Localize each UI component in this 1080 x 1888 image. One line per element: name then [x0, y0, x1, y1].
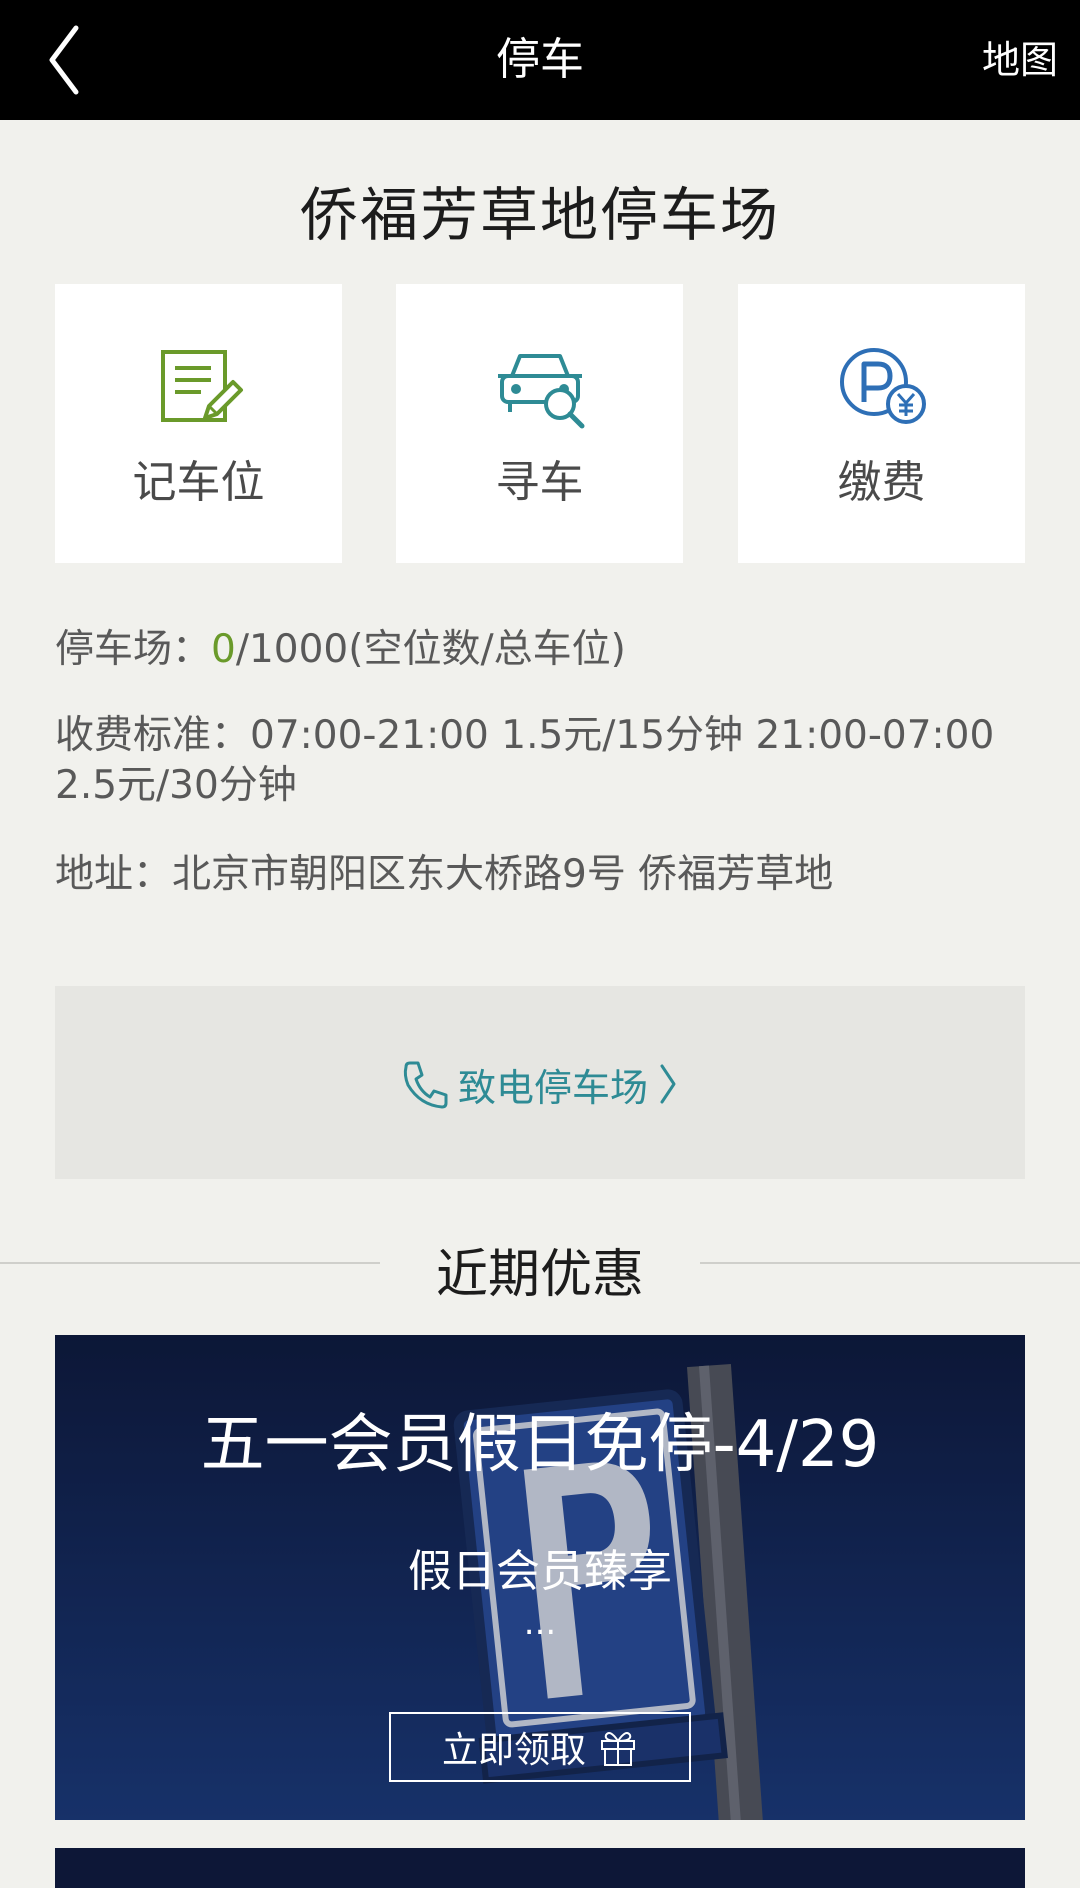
phone-icon [403, 1061, 448, 1109]
note-edit-icon [160, 350, 243, 422]
address-info: 地址：北京市朝阳区东大桥路9号 侨福芳草地 [55, 850, 1040, 900]
parking-lot-name: 侨福芳草地停车场 [299, 181, 780, 249]
fee-label: 收费标准： [55, 713, 251, 758]
capacity-label: 停车场： [55, 627, 212, 672]
pay-fee-card[interactable]: 缴费 [738, 284, 1025, 563]
fee-info: 收费标准：07:00-21:00 1.5元/15分钟 21:00-07:00 2… [55, 711, 1040, 811]
address-value: 北京市朝阳区东大桥路9号 侨福芳草地 [172, 852, 834, 897]
record-spot-card[interactable]: 记车位 [55, 284, 342, 563]
capacity-info: 停车场：0/1000(空位数/总车位) [55, 625, 1040, 675]
promotion-subtitle: 假日会员臻享 [408, 1546, 672, 1597]
promotion-more: ... [523, 1603, 557, 1643]
find-car-card[interactable]: 寻车 [396, 284, 683, 563]
promotion-card[interactable]: 五一会员假日免停-4/29 假日会员臻享 ... 立即领取 [55, 1335, 1025, 1820]
record-spot-label: 记车位 [132, 457, 265, 508]
top-nav-bar: 停车 地图 [0, 0, 1080, 120]
free-spaces-count: 0 [211, 627, 236, 672]
address-label: 地址： [55, 852, 173, 897]
parking-pay-icon [839, 348, 926, 424]
promotion-title: 五一会员假日免停-4/29 [200, 1408, 880, 1482]
find-car-label: 寻车 [495, 457, 584, 508]
car-search-icon [497, 354, 584, 429]
claim-now-button[interactable]: 立即领取 [389, 1712, 691, 1782]
gift-icon [601, 1732, 635, 1766]
map-button[interactable]: 地图 [982, 0, 1058, 120]
capacity-total: /1000(空位数/总车位) [235, 627, 626, 672]
page-title: 停车 [496, 34, 584, 85]
pay-fee-label: 缴费 [837, 457, 926, 508]
back-button[interactable] [40, 20, 100, 100]
back-chevron-icon [49, 25, 79, 95]
call-parking-lot-label: 致电停车场 [457, 1065, 648, 1110]
recent-offers-title: 近期优惠 [435, 1245, 644, 1305]
next-promotion-card[interactable] [55, 1848, 1025, 1888]
claim-now-label: 立即领取 [441, 1730, 586, 1771]
call-section: 致电停车场 [55, 986, 1025, 1179]
chevron-right-icon [660, 1064, 676, 1104]
call-parking-lot-link[interactable]: 致电停车场 [55, 1044, 1025, 1124]
